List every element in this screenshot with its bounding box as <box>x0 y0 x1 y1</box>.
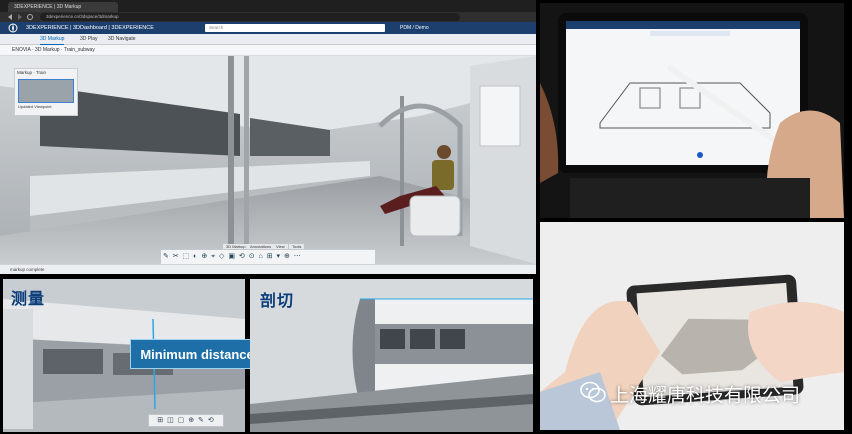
status-text: markup complete <box>10 267 45 272</box>
nav-arrows-icon[interactable] <box>2 12 38 22</box>
user-label[interactable]: PDM / Demo <box>400 22 429 34</box>
markup-tree-panel: Markup · Train Updated Viewpoint <box>14 68 78 116</box>
tab-3d-markup[interactable]: 3D Markup <box>40 34 65 45</box>
photo-tablet-pencil <box>540 3 844 218</box>
action-bar: 3D Markup Annotations View Tools ✎ ✂ ⬚ ◐… <box>160 244 376 265</box>
action-tab-annotations[interactable]: Annotations <box>247 244 275 249</box>
tree-title: Markup · Train <box>17 70 47 75</box>
watermark: 上海耀唐科技有限公司 <box>580 381 800 409</box>
search-input[interactable]: Search <box>205 24 385 32</box>
action-tab-markup[interactable]: 3D Markup <box>223 244 249 249</box>
widget-title: ENOVIA · 3D Markup · Train_subway <box>12 47 95 53</box>
compass-icon[interactable] <box>4 22 22 34</box>
section-panel: 剖切 <box>250 279 533 432</box>
tablet-photo-1 <box>540 3 844 218</box>
watermark-text: 上海耀唐科技有限公司 <box>610 385 801 407</box>
browser-tab[interactable]: 3DEXPERIENCE | 3D Markup <box>8 2 118 12</box>
app-tabs: 3D Markup 3D Play 3D Navigate <box>0 34 536 45</box>
section-title: 剖切 <box>260 293 295 310</box>
action-tab-view[interactable]: View <box>273 244 288 249</box>
tab-3d-navigate[interactable]: 3D Navigate <box>108 34 136 44</box>
status-bar: markup complete <box>0 264 536 274</box>
measure-title: 测量 <box>11 291 46 308</box>
main-screenshot: 3DEXPERIENCE | 3D Markup 3dexperience.cn… <box>0 0 536 274</box>
viewport-3d[interactable] <box>0 56 536 264</box>
address-bar[interactable]: 3dexperience.cn/3dspace/3dmarkup <box>40 13 460 21</box>
browser-tabbar: 3DEXPERIENCE | 3D Markup <box>0 0 536 12</box>
tree-item[interactable]: Updated Viewpoint <box>18 104 72 110</box>
tab-3d-play[interactable]: 3D Play <box>80 34 98 44</box>
action-tab-tools[interactable]: Tools <box>289 244 305 249</box>
app-header: 3DEXPERIENCE | 3DDashboard | 3DEXPERIENC… <box>0 22 536 34</box>
widget-titlebar: ENOVIA · 3D Markup · Train_subway <box>0 45 536 56</box>
wechat-icon <box>580 381 606 412</box>
app-brand: 3DEXPERIENCE | 3DDashboard | 3DEXPERIENC… <box>26 25 154 31</box>
browser-toolbar: 3dexperience.cn/3dspace/3dmarkup <box>0 12 536 22</box>
toolbar-icons[interactable]: ✎ ✂ ⬚ ◐ ⊕ ⌖ ◇ ▣ ⟲ ⊙ ⌂ ⊞ ▾ ⊕ ⋯ <box>163 252 373 262</box>
measure-toolbar[interactable]: ⊞ ◫ ▢ ⊕ ✎ ⟲ <box>148 414 224 427</box>
viewpoint-thumbnail[interactable] <box>18 79 74 103</box>
